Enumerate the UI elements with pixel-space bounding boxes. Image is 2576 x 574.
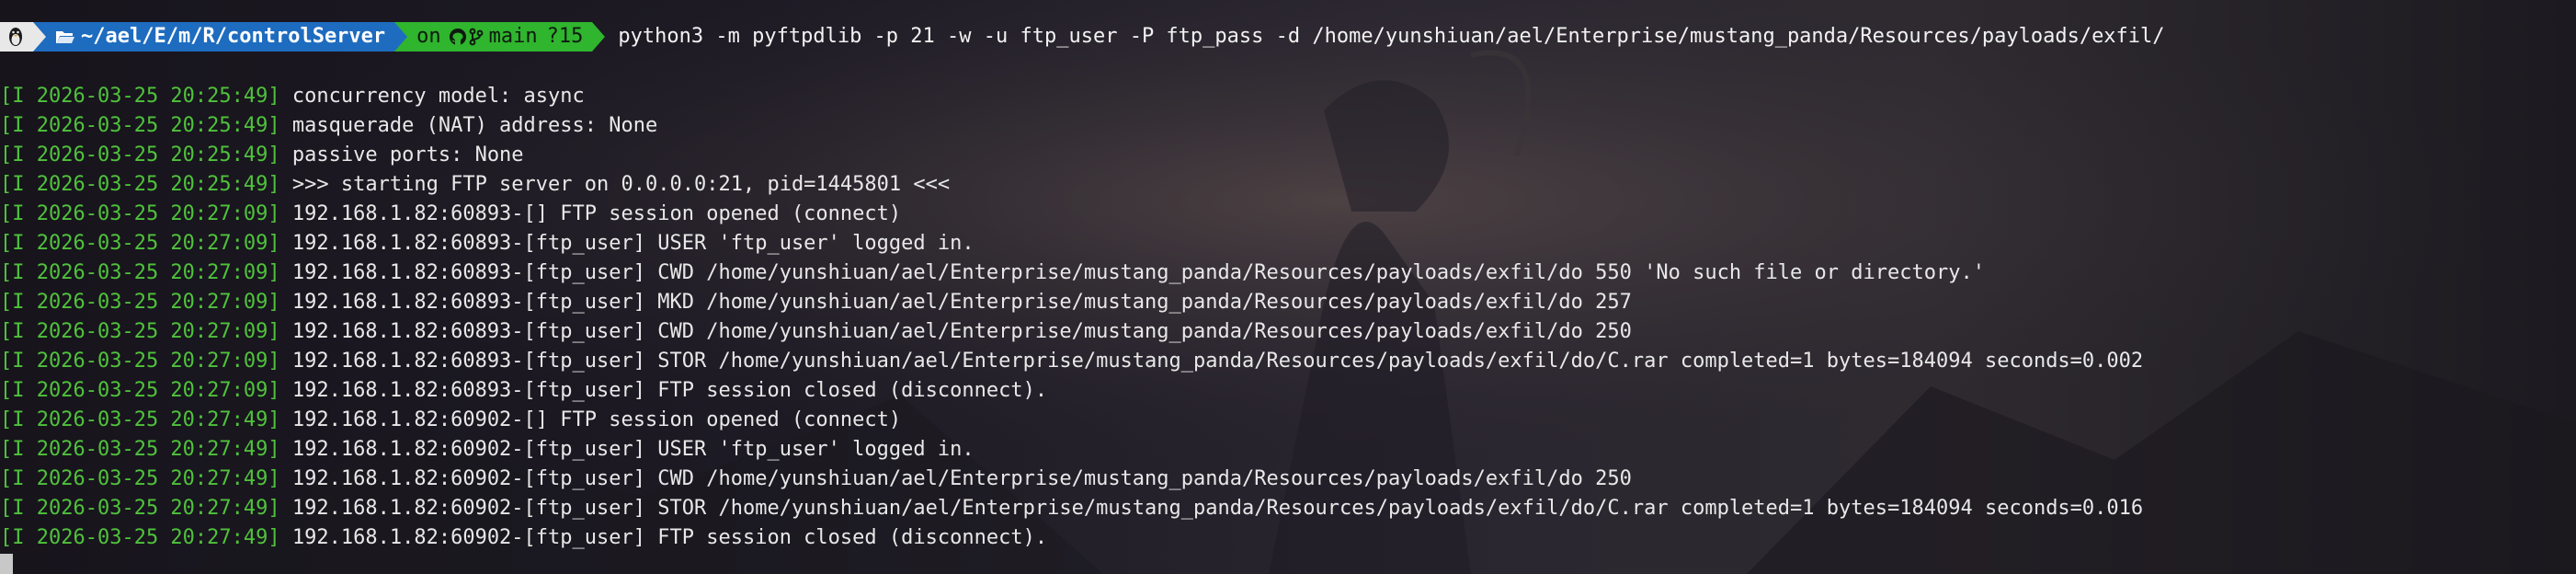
directory-segment: ~/ael/E/m/R/controlServer bbox=[46, 22, 395, 52]
entered-command: python3 -m pyftpdlib -p 21 -w -u ftp_use… bbox=[618, 25, 2165, 48]
log-line: [I 2026-03-25 20:27:49] 192.168.1.82:609… bbox=[0, 435, 2143, 465]
log-message: 192.168.1.82:60902-[ftp_user] FTP sessio… bbox=[291, 526, 1048, 549]
segment-separator bbox=[394, 22, 408, 52]
path-home: ~ bbox=[81, 25, 94, 48]
log-line: [I 2026-03-25 20:27:49] 192.168.1.82:609… bbox=[0, 465, 2143, 494]
log-message: 192.168.1.82:60902-[ftp_user] STOR /home… bbox=[291, 497, 2144, 520]
log-message: masquerade (NAT) address: None bbox=[291, 114, 658, 137]
log-line: [I 2026-03-25 20:25:49] passive ports: N… bbox=[0, 141, 2143, 170]
path-part: /ael bbox=[93, 25, 142, 48]
log-line: [I 2026-03-25 20:27:09] 192.168.1.82:608… bbox=[0, 229, 2143, 258]
path-part: /R bbox=[190, 25, 215, 48]
log-timestamp: [I 2026-03-25 20:27:49] bbox=[0, 526, 280, 549]
log-line: [I 2026-03-25 20:27:09] 192.168.1.82:608… bbox=[0, 347, 2143, 376]
log-message: 192.168.1.82:60893-[ftp_user] USER 'ftp_… bbox=[291, 232, 975, 255]
log-timestamp: [I 2026-03-25 20:25:49] bbox=[0, 114, 280, 137]
log-line: [I 2026-03-25 20:27:09] 192.168.1.82:608… bbox=[0, 288, 2143, 317]
log-message: passive ports: None bbox=[291, 144, 524, 166]
terminal-cursor bbox=[0, 554, 13, 574]
log-timestamp: [I 2026-03-25 20:25:49] bbox=[0, 85, 280, 108]
linux-tux-icon bbox=[9, 28, 22, 46]
terminal-window[interactable]: ~/ael/E/m/R/controlServer on main ?15 py… bbox=[0, 0, 2576, 574]
log-line: [I 2026-03-25 20:25:49] >>> starting FTP… bbox=[0, 170, 2143, 200]
log-timestamp: [I 2026-03-25 20:27:49] bbox=[0, 467, 280, 490]
log-timestamp: [I 2026-03-25 20:25:49] bbox=[0, 173, 280, 196]
log-line: [I 2026-03-25 20:27:49] 192.168.1.82:609… bbox=[0, 406, 2143, 435]
log-timestamp: [I 2026-03-25 20:27:49] bbox=[0, 438, 280, 461]
log-message: 192.168.1.82:60902-[] FTP session opened… bbox=[291, 408, 902, 431]
log-message: 192.168.1.82:60902-[ftp_user] USER 'ftp_… bbox=[291, 438, 975, 461]
path-part-current: /controlServer bbox=[214, 25, 386, 48]
log-line: [I 2026-03-25 20:27:49] 192.168.1.82:609… bbox=[0, 523, 2143, 553]
log-message: 192.168.1.82:60893-[ftp_user] MKD /home/… bbox=[291, 291, 1632, 314]
git-segment: on main ?15 bbox=[407, 22, 593, 52]
log-line: [I 2026-03-25 20:27:09] 192.168.1.82:608… bbox=[0, 317, 2143, 347]
log-timestamp: [I 2026-03-25 20:27:49] bbox=[0, 497, 280, 520]
github-octocat-icon bbox=[449, 28, 466, 45]
log-line: [I 2026-03-25 20:27:49] 192.168.1.82:609… bbox=[0, 494, 2143, 523]
log-timestamp: [I 2026-03-25 20:27:49] bbox=[0, 408, 280, 431]
log-message: concurrency model: async bbox=[291, 85, 585, 108]
git-branch: main bbox=[488, 25, 538, 48]
log-timestamp: [I 2026-03-25 20:27:09] bbox=[0, 261, 280, 284]
log-line: [I 2026-03-25 20:25:49] masquerade (NAT)… bbox=[0, 111, 2143, 141]
log-message: 192.168.1.82:60893-[ftp_user] CWD /home/… bbox=[291, 320, 1632, 343]
log-line: [I 2026-03-25 20:27:09] 192.168.1.82:608… bbox=[0, 376, 2143, 406]
log-timestamp: [I 2026-03-25 20:27:09] bbox=[0, 379, 280, 402]
os-segment bbox=[0, 22, 33, 52]
log-timestamp: [I 2026-03-25 20:25:49] bbox=[0, 144, 280, 166]
segment-separator bbox=[33, 22, 46, 52]
log-line: [I 2026-03-25 20:27:09] 192.168.1.82:608… bbox=[0, 258, 2143, 288]
log-timestamp: [I 2026-03-25 20:27:09] bbox=[0, 350, 280, 373]
shell-prompt: ~/ael/E/m/R/controlServer on main ?15 py… bbox=[0, 22, 2165, 52]
log-line: [I 2026-03-25 20:27:09] 192.168.1.82:608… bbox=[0, 200, 2143, 229]
git-branch-icon bbox=[469, 28, 484, 46]
log-line: [I 2026-03-25 20:25:49] concurrency mode… bbox=[0, 82, 2143, 111]
log-message: 192.168.1.82:60893-[ftp_user] CWD /home/… bbox=[291, 261, 1985, 284]
log-message: 192.168.1.82:60893-[ftp_user] FTP sessio… bbox=[291, 379, 1048, 402]
log-message: 192.168.1.82:60893-[] FTP session opened… bbox=[291, 202, 902, 225]
log-message: >>> starting FTP server on 0.0.0.0:21, p… bbox=[291, 173, 951, 196]
log-timestamp: [I 2026-03-25 20:27:09] bbox=[0, 291, 280, 314]
path-part: /m bbox=[165, 25, 191, 48]
segment-separator bbox=[592, 22, 606, 52]
log-message: 192.168.1.82:60893-[ftp_user] STOR /home… bbox=[291, 350, 2144, 373]
git-prefix: on bbox=[416, 25, 441, 48]
git-status: ?15 bbox=[546, 25, 584, 48]
log-message: 192.168.1.82:60902-[ftp_user] CWD /home/… bbox=[291, 467, 1632, 490]
server-log-output: [I 2026-03-25 20:25:49] concurrency mode… bbox=[0, 82, 2143, 553]
log-timestamp: [I 2026-03-25 20:27:09] bbox=[0, 320, 280, 343]
path-part: /E bbox=[142, 25, 166, 48]
log-timestamp: [I 2026-03-25 20:27:09] bbox=[0, 232, 280, 255]
log-timestamp: [I 2026-03-25 20:27:09] bbox=[0, 202, 280, 225]
folder-open-icon bbox=[56, 31, 74, 43]
